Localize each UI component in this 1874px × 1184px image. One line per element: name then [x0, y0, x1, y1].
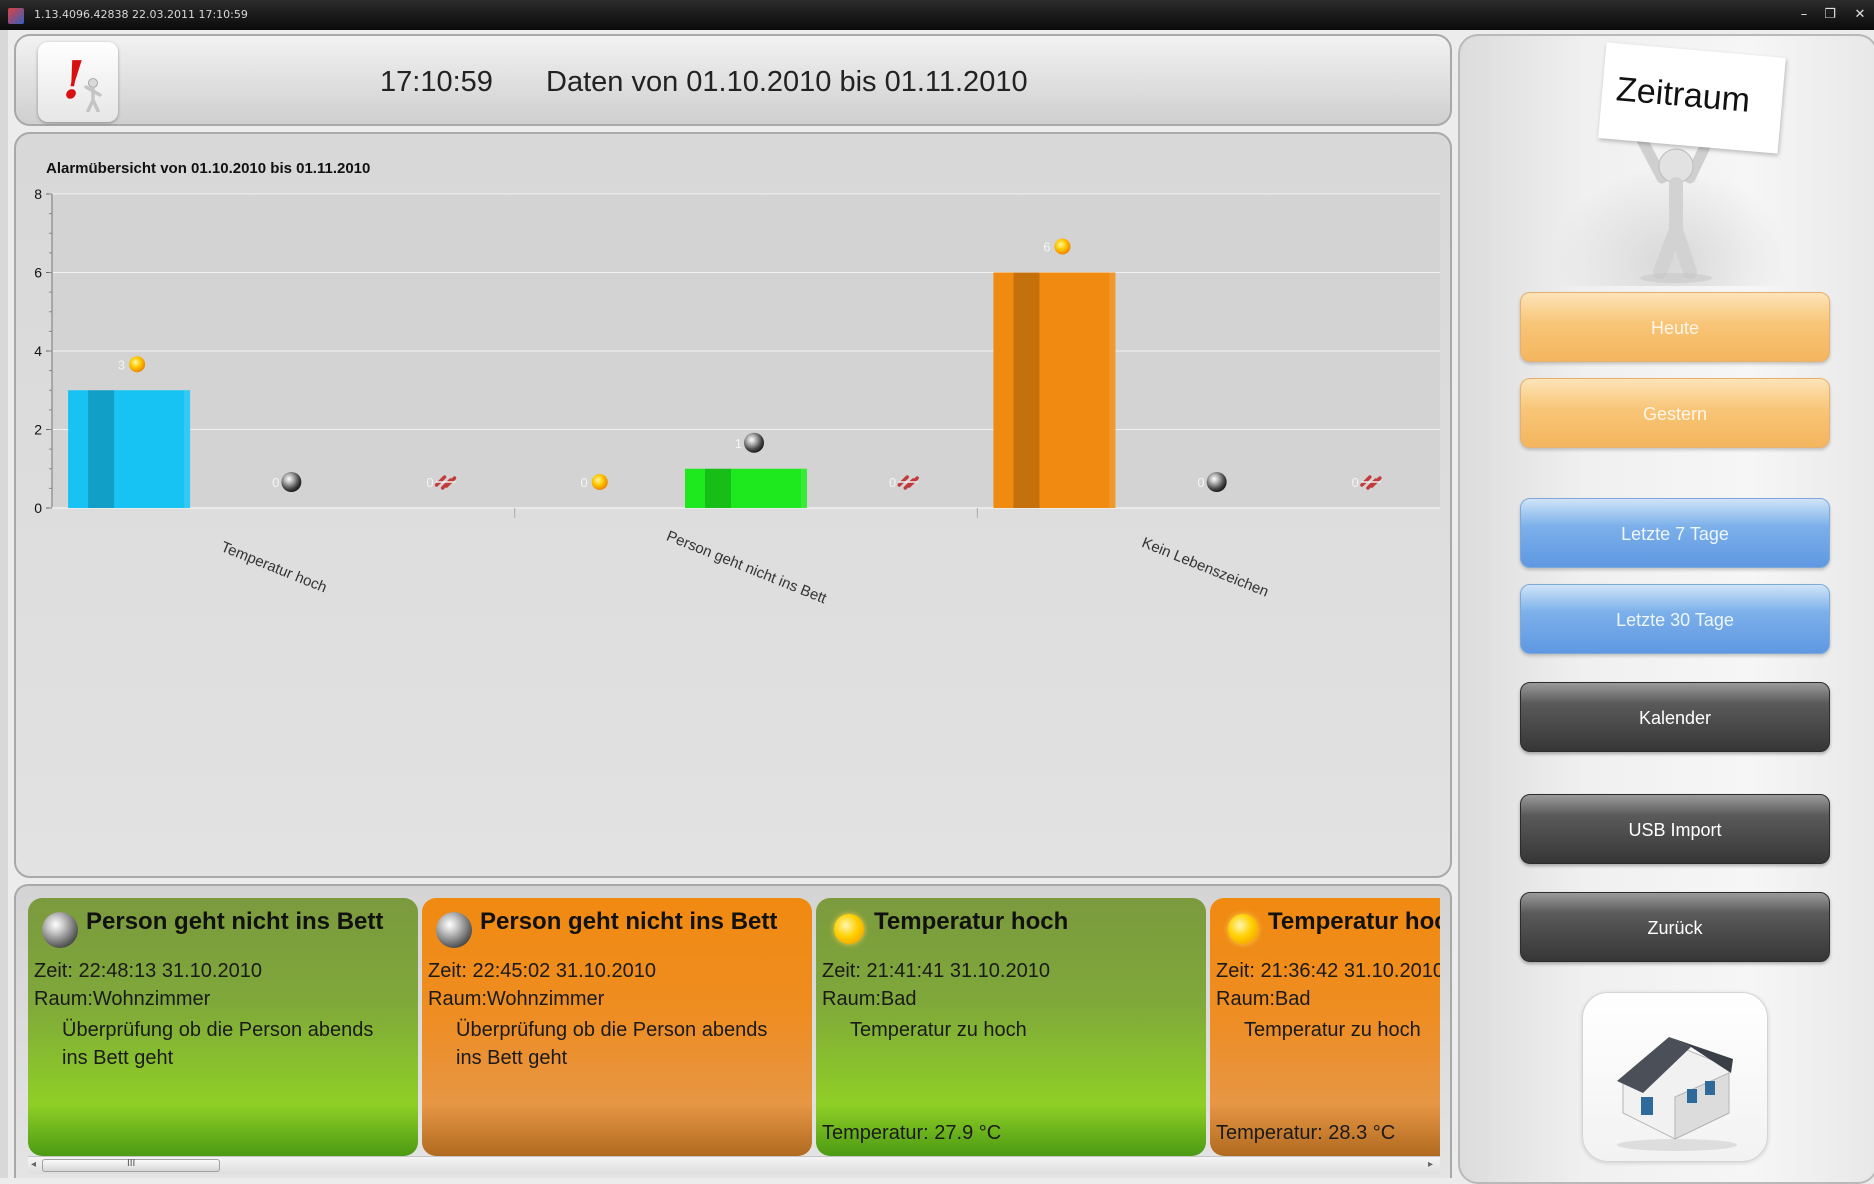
alarm-card-title: Person geht nicht ins Bett [86, 908, 384, 935]
restore-button[interactable]: ❐ [1816, 6, 1844, 24]
y-tick-label: 8 [34, 186, 42, 202]
alarm-card[interactable]: Temperatur hoch Zeit: 21:41:41 31.10.2010… [816, 898, 1206, 1156]
sun-icon [1228, 914, 1258, 944]
alarm-card-temperature: Temperatur: 27.9 °C [822, 1122, 1002, 1144]
window-titlebar: 1.13.4096.42838 22.03.2011 17:10:59 – ❐ … [0, 0, 1874, 30]
scroll-left-arrow[interactable]: ◂ [31, 1159, 36, 1170]
period-panel: Zeitraum Heute Gestern Letzte 7 Tage Let… [1458, 34, 1874, 1184]
bar [993, 272, 1116, 508]
y-tick-label: 6 [34, 265, 42, 281]
zeitraum-figure: Zeitraum [1550, 36, 1790, 286]
globe-icon [281, 472, 302, 492]
yesterday-button[interactable]: Gestern [1520, 378, 1830, 448]
y-tick-label: 2 [34, 422, 42, 438]
bar [685, 468, 807, 508]
last-30-days-button[interactable]: Letzte 30 Tage [1520, 584, 1830, 654]
horizontal-scrollbar[interactable]: ◂ III ▸ [28, 1156, 1440, 1174]
alarm-card-title: Person geht nicht ins Bett [480, 908, 778, 935]
data-label: 6 [1043, 240, 1050, 255]
globe-icon [1206, 472, 1227, 492]
globe-icon [42, 912, 78, 948]
bar-shade [88, 390, 115, 508]
globe-icon [744, 432, 764, 453]
alarm-card-title: Temperatur hoch [874, 908, 1069, 935]
alarm-card[interactable]: Person geht nicht ins Bett Zeit: 22:45:02… [422, 898, 812, 1156]
alarm-bar-chart: 0 2 4 6 8 3 0 0 Temperatur hoch 0 1 0 Person geht ni… [34, 186, 1440, 608]
alarm-card-time: Zeit: 21:41:41 31.10.2010 [822, 960, 1050, 982]
bar-highlight [801, 468, 807, 508]
y-tick-label: 0 [34, 500, 42, 516]
scroll-right-arrow[interactable]: ▸ [1428, 1159, 1433, 1170]
data-label: 0 [1352, 475, 1359, 490]
alarm-card-description: Überprüfung ob die Person abends ins Bet… [456, 1019, 768, 1069]
close-button[interactable]: ✕ [1846, 6, 1874, 24]
header-panel: ! 17:10:59 Daten von 01.10.2010 bis 01.1… [14, 34, 1452, 126]
alarm-card-time: Zeit: 21:36:42 31.10.2010 [1216, 960, 1440, 982]
alarm-card-description: Temperatur zu hoch [1244, 1019, 1421, 1041]
globe-icon [436, 912, 472, 948]
scrollbar-thumb[interactable]: III [42, 1158, 220, 1172]
sun-icon [834, 914, 864, 944]
header-date-range: Daten von 01.10.2010 bis 01.11.2010 [546, 66, 1028, 98]
home-button[interactable] [1582, 992, 1768, 1162]
x-tick-label: Temperatur hoch [218, 538, 329, 596]
alarm-card-time: Zeit: 22:45:02 31.10.2010 [428, 960, 656, 982]
app-icon [8, 8, 24, 24]
back-button[interactable]: Zurück [1520, 892, 1830, 962]
data-label: 0 [1197, 475, 1204, 490]
left-edge-strip [0, 30, 8, 1178]
alarm-card[interactable]: Temperatur hoch Zeit: 21:36:42 31.10.2010… [1210, 898, 1440, 1156]
y-tick-label: 4 [34, 343, 42, 359]
alarm-exclamation-icon: ! [38, 42, 118, 122]
alarm-card-room: Raum:Bad [1216, 988, 1311, 1010]
scrollbar-grip: III [127, 1158, 136, 1169]
alarm-card-room: Raum:Wohnzimmer [34, 988, 211, 1010]
data-label: 1 [735, 436, 742, 451]
data-label: 0 [272, 475, 279, 490]
bar-shade [1013, 272, 1040, 508]
sun-icon [129, 356, 146, 373]
x-tick-label: Kein Lebenszeichen [1139, 534, 1271, 600]
house-icon [1617, 1037, 1737, 1151]
sun-icon [1054, 238, 1071, 255]
alarm-card-temperature: Temperatur: 28.3 °C [1216, 1122, 1396, 1144]
calendar-button[interactable]: Kalender [1520, 682, 1830, 752]
alarm-card-description: Überprüfung ob die Person abends ins Bet… [62, 1019, 374, 1069]
data-label: 0 [581, 475, 588, 490]
alarm-cards-panel: Person geht nicht ins Bett Zeit: 22:48:13… [14, 884, 1452, 1178]
sun-icon [591, 474, 608, 490]
chart-panel: Alarmübersicht von 01.10.2010 bis 01.11.… [14, 132, 1452, 878]
usb-import-button[interactable]: USB Import [1520, 794, 1830, 864]
x-tick-label: Person geht nicht ins Bett [664, 528, 830, 608]
data-label: 3 [118, 357, 125, 372]
data-label: 0 [889, 475, 896, 490]
alarm-card[interactable]: Person geht nicht ins Bett Zeit: 22:48:13… [28, 898, 418, 1156]
alarm-card-room: Raum:Wohnzimmer [428, 988, 605, 1010]
bar-shade [705, 468, 731, 508]
alarm-cards-list[interactable]: Person geht nicht ins Bett Zeit: 22:48:13… [28, 898, 1440, 1156]
bar-highlight [184, 390, 191, 508]
alarm-card-time: Zeit: 22:48:13 31.10.2010 [34, 960, 262, 982]
alarm-card-description: Temperatur zu hoch [850, 1019, 1027, 1041]
data-label: 0 [426, 475, 433, 490]
bar-highlight [1109, 272, 1116, 508]
window-title: 1.13.4096.42838 22.03.2011 17:10:59 [34, 8, 248, 21]
bar [68, 390, 191, 508]
person-holding-sign-icon [1634, 130, 1716, 283]
today-button[interactable]: Heute [1520, 292, 1830, 362]
alarm-card-room: Raum:Bad [822, 988, 917, 1010]
header-time: 17:10:59 [380, 66, 493, 98]
alarm-card-title: Temperatur hoch [1268, 908, 1440, 935]
minimize-button[interactable]: – [1790, 6, 1818, 24]
last-7-days-button[interactable]: Letzte 7 Tage [1520, 498, 1830, 568]
